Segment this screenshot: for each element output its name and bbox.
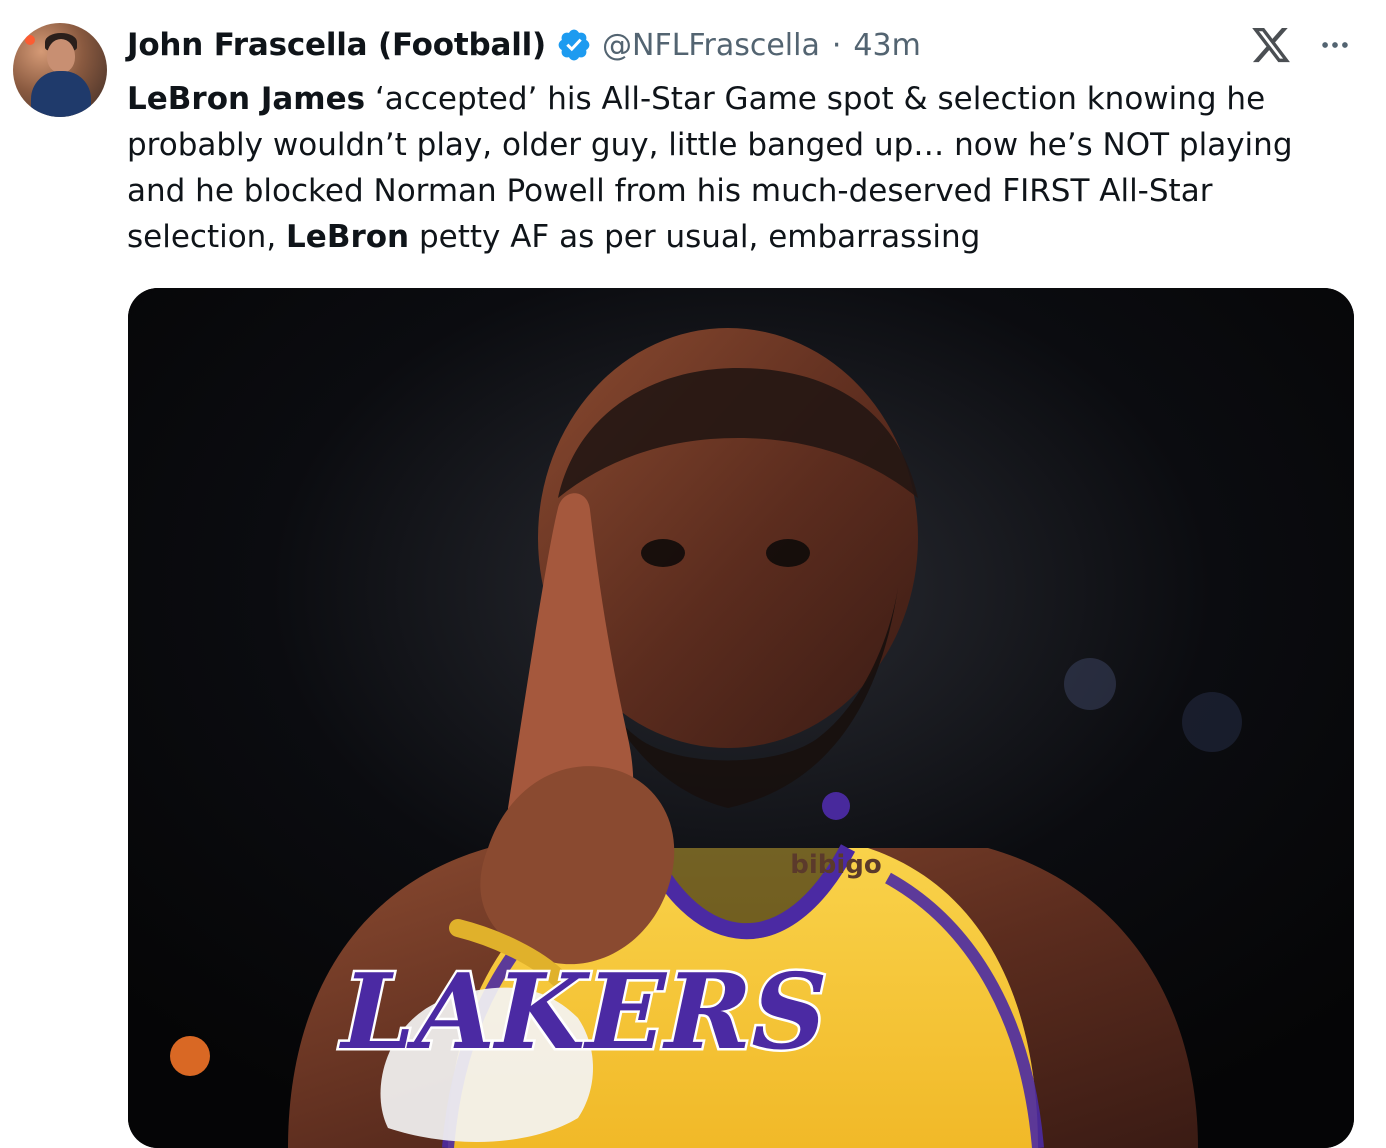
tweet-timestamp[interactable]: 43m [853,28,920,63]
avatar-shirt [31,71,91,117]
tweet-card[interactable]: John Frascella (Football) @NFLFrascella … [0,0,1386,1148]
x-logo-icon [1250,24,1292,66]
tweet-text-segment: selection, [127,219,287,255]
tweet-mention-lebron: LeBron [286,219,410,255]
media-illustration: bibigo LAKERS [128,288,1354,1148]
more-options-icon[interactable] [1314,24,1356,66]
jersey-wordmark: LAKERS [329,950,840,1073]
author-display-name[interactable]: John Frascella (Football) [127,27,546,63]
tweet-text-segment: probably wouldn’t play, older guy, littl… [127,127,1293,163]
tweet-text: LeBron James ‘accepted’ his All-Star Gam… [127,76,1347,260]
tweet-media-image[interactable]: bibigo LAKERS [128,288,1354,1148]
tweet-header: John Frascella (Football) @NFLFrascella … [127,22,921,68]
tweet-actions [1250,22,1356,68]
tweet-line-2: probably wouldn’t play, older guy, littl… [127,122,1347,168]
tweet-text-segment: petty AF as per usual, embarrassing [409,219,981,255]
tweet-text-segment: ‘accepted’ his All-Star Game spot & sele… [365,81,1266,117]
author-handle[interactable]: @NFLFrascella [602,28,820,63]
tweet-line-3: and he blocked Norman Powell from his mu… [127,168,1347,214]
profile-avatar[interactable] [13,23,107,117]
avatar-accent [25,35,35,45]
tweet-line-1: LeBron James ‘accepted’ his All-Star Gam… [127,76,1347,122]
jersey-sponsor-text: bibigo [790,850,882,880]
tweet-mention-lebron-james: LeBron James [127,81,366,117]
tweet-line-4: selection, LeBron petty AF as per usual,… [127,214,1347,260]
tweet-text-segment: and he blocked Norman Powell from his mu… [127,173,1213,209]
meta-separator: · [831,27,842,63]
avatar-face [47,39,75,73]
verified-badge-icon[interactable] [556,27,592,63]
